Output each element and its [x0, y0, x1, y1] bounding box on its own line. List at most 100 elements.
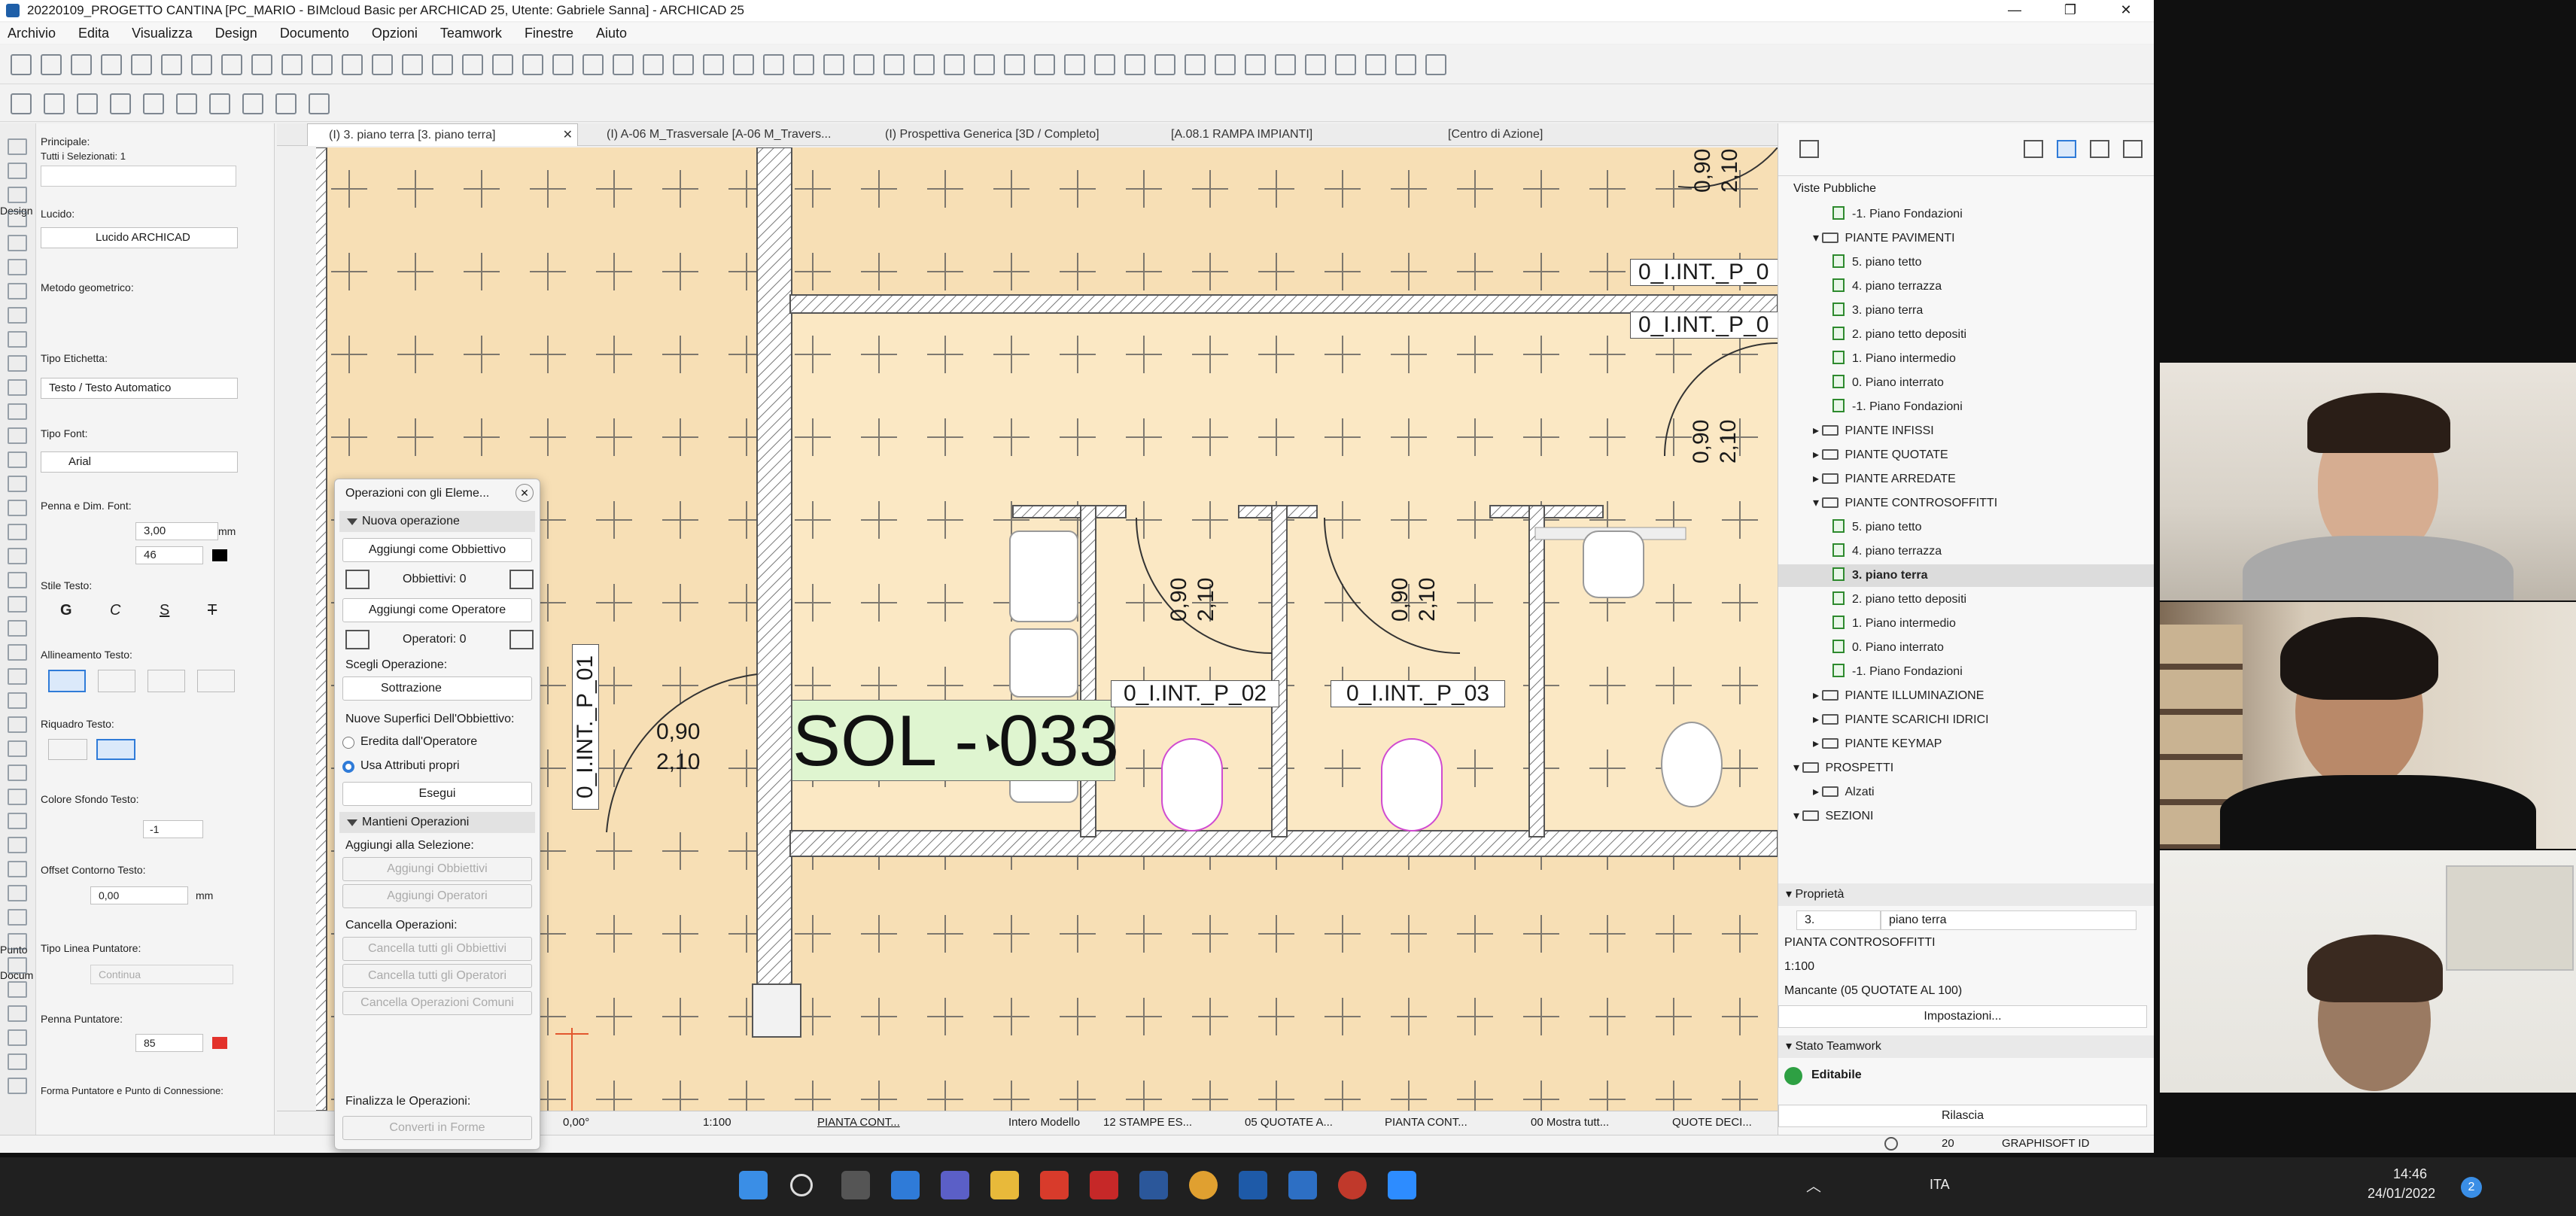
- menu-opzioni[interactable]: Opzioni: [372, 26, 418, 41]
- toolbar-tool-icon[interactable]: [281, 54, 303, 75]
- toolbar-tool-icon[interactable]: [823, 54, 844, 75]
- frame-off-button[interactable]: [48, 739, 87, 760]
- dimension-select[interactable]: 05 QUOTATE A...: [1245, 1116, 1333, 1129]
- toolbox-tool-icon[interactable]: [8, 331, 27, 348]
- tree-item[interactable]: 5. piano tetto: [1778, 516, 2154, 539]
- toolbar-tool-icon[interactable]: [221, 54, 242, 75]
- toolbar-tool-icon[interactable]: [1305, 54, 1326, 75]
- toolbox-tool-icon[interactable]: [8, 692, 27, 709]
- toolbox-tool-icon[interactable]: [8, 909, 27, 926]
- release-button[interactable]: Rilascia: [1778, 1105, 2147, 1127]
- convert-morph-button[interactable]: Converti in Forme: [342, 1116, 532, 1140]
- toolbox-tool-icon[interactable]: [8, 235, 27, 251]
- toolbar-tool-icon[interactable]: [522, 54, 543, 75]
- cancel-common-button[interactable]: Cancella Operazioni Comuni: [342, 991, 532, 1015]
- acrobat-reader-icon[interactable]: [1090, 1171, 1118, 1199]
- tree-item[interactable]: 2. piano tetto depositi: [1778, 588, 2154, 611]
- toolbar-tool-icon[interactable]: [342, 54, 363, 75]
- toolbox-tool-icon[interactable]: [8, 957, 27, 974]
- align-right-button[interactable]: [148, 670, 185, 692]
- chevron-right-icon[interactable]: ▸: [1813, 424, 1822, 437]
- offset-input[interactable]: 0,00: [90, 886, 188, 904]
- toolbox-tool-icon[interactable]: [8, 211, 27, 227]
- strike-button[interactable]: T: [208, 602, 217, 619]
- add-operators-button[interactable]: Aggiungi Operatori: [342, 884, 532, 908]
- new-operation-section[interactable]: Nuova operazione: [339, 511, 535, 532]
- widgets-icon[interactable]: [891, 1171, 920, 1199]
- chrome-icon[interactable]: [1189, 1171, 1218, 1199]
- tree-item[interactable]: 4. piano terrazza: [1778, 540, 2154, 563]
- toolbox-tool-icon[interactable]: [8, 716, 27, 733]
- tree-item[interactable]: -1. Piano Fondazioni: [1778, 203, 2154, 226]
- tray-chevron-icon[interactable]: ︿: [1806, 1174, 1821, 1196]
- toolbar-tool-icon[interactable]: [251, 54, 272, 75]
- tab-centro-azione[interactable]: [Centro di Azione]: [1427, 123, 1653, 146]
- toolbox-tool-icon[interactable]: [8, 1053, 27, 1070]
- chevron-down-icon[interactable]: ▾: [1793, 810, 1802, 822]
- toolbox-tool-icon[interactable]: [8, 1078, 27, 1094]
- toolbar-tool-icon[interactable]: [1365, 54, 1386, 75]
- selected-text-label[interactable]: SOL - 033: [792, 700, 1119, 781]
- zoom-icon[interactable]: [1388, 1171, 1416, 1199]
- toolbar-tool-icon[interactable]: [1004, 54, 1025, 75]
- task-view-icon[interactable]: [841, 1171, 870, 1199]
- own-attributes-radio[interactable]: [342, 761, 354, 773]
- tree-item[interactable]: 5. piano tetto: [1778, 251, 2154, 274]
- tab-trasversale[interactable]: (I) A-06 M_Trasversale [A-06 M_Travers..…: [585, 123, 838, 146]
- tree-item[interactable]: ▾ PIANTE PAVIMENTI: [1778, 227, 2154, 250]
- layer-combo-select[interactable]: PIANTA CONT...: [817, 1116, 900, 1129]
- toolbox-tool-icon[interactable]: [8, 427, 27, 444]
- tree-item[interactable]: ▸ PIANTE KEYMAP: [1778, 733, 2154, 755]
- pen-color-swatch[interactable]: [212, 549, 227, 561]
- acrobat-icon[interactable]: [1040, 1171, 1069, 1199]
- tree-item[interactable]: 1. Piano intermedio: [1778, 613, 2154, 635]
- toolbar-tool-icon[interactable]: [275, 93, 297, 114]
- toolbar-tool-icon[interactable]: [1335, 54, 1356, 75]
- toolbar-tool-icon[interactable]: [1064, 54, 1085, 75]
- toolbar-tool-icon[interactable]: [703, 54, 724, 75]
- search-icon[interactable]: [790, 1174, 813, 1196]
- toolbar-tool-icon[interactable]: [643, 54, 664, 75]
- font-select[interactable]: Arial: [41, 451, 238, 473]
- toolbar-tool-icon[interactable]: [41, 54, 62, 75]
- tree-item[interactable]: ▾ PROSPETTI: [1778, 757, 2154, 780]
- toolbar-tool-icon[interactable]: [673, 54, 694, 75]
- select-targets-icon[interactable]: [509, 570, 534, 589]
- toolbox-tool-icon[interactable]: [8, 740, 27, 757]
- tree-item[interactable]: ▸ PIANTE ILLUMINAZIONE: [1778, 685, 2154, 707]
- toolbar-tool-icon[interactable]: [1154, 54, 1175, 75]
- model-view-select[interactable]: Intero Modello: [1008, 1116, 1080, 1129]
- label-type-select[interactable]: Testo / Testo Automatico: [41, 378, 238, 399]
- toolbar-tool-icon[interactable]: [944, 54, 965, 75]
- toolbox-tool-icon[interactable]: [8, 572, 27, 588]
- background-pen-input[interactable]: -1: [143, 820, 203, 838]
- toolbar-tool-icon[interactable]: [191, 54, 212, 75]
- notification-badge[interactable]: 2: [2461, 1177, 2482, 1198]
- maintain-operations-section[interactable]: Mantieni Operazioni: [339, 812, 535, 833]
- align-justify-button[interactable]: [197, 670, 235, 692]
- toolbox-tool-icon[interactable]: [8, 379, 27, 396]
- toolbar-tool-icon[interactable]: [462, 54, 483, 75]
- tree-item[interactable]: 1. Piano intermedio: [1778, 348, 2154, 370]
- tree-item[interactable]: 0. Piano interrato: [1778, 372, 2154, 394]
- view-id-field[interactable]: 3.: [1796, 910, 1881, 930]
- toolbar-tool-icon[interactable]: [209, 93, 230, 114]
- tree-item[interactable]: ▸ PIANTE QUOTATE: [1778, 444, 2154, 467]
- toolbox-tool-icon[interactable]: [8, 933, 27, 950]
- clock-date[interactable]: 24/01/2022: [2368, 1186, 2435, 1202]
- toolbox-tool-icon[interactable]: [8, 765, 27, 781]
- toolbar-tool-icon[interactable]: [110, 93, 131, 114]
- align-left-button[interactable]: [48, 670, 86, 692]
- chevron-right-icon[interactable]: ▸: [1813, 448, 1822, 461]
- toolbar-tool-icon[interactable]: [1124, 54, 1145, 75]
- toolbar-tool-icon[interactable]: [402, 54, 423, 75]
- select-operators-icon[interactable]: [509, 630, 534, 649]
- toolbox-tool-icon[interactable]: [8, 1029, 27, 1046]
- toolbox-tool-icon[interactable]: [8, 789, 27, 805]
- toolbox-tool-icon[interactable]: [8, 138, 27, 155]
- word-icon[interactable]: [1139, 1171, 1168, 1199]
- pen-set-select[interactable]: 12 STAMPE ES...: [1103, 1116, 1192, 1129]
- chat-icon[interactable]: [941, 1171, 969, 1199]
- dialog-close-button[interactable]: ✕: [516, 484, 534, 502]
- navigator-menu-icon[interactable]: [1799, 140, 1819, 158]
